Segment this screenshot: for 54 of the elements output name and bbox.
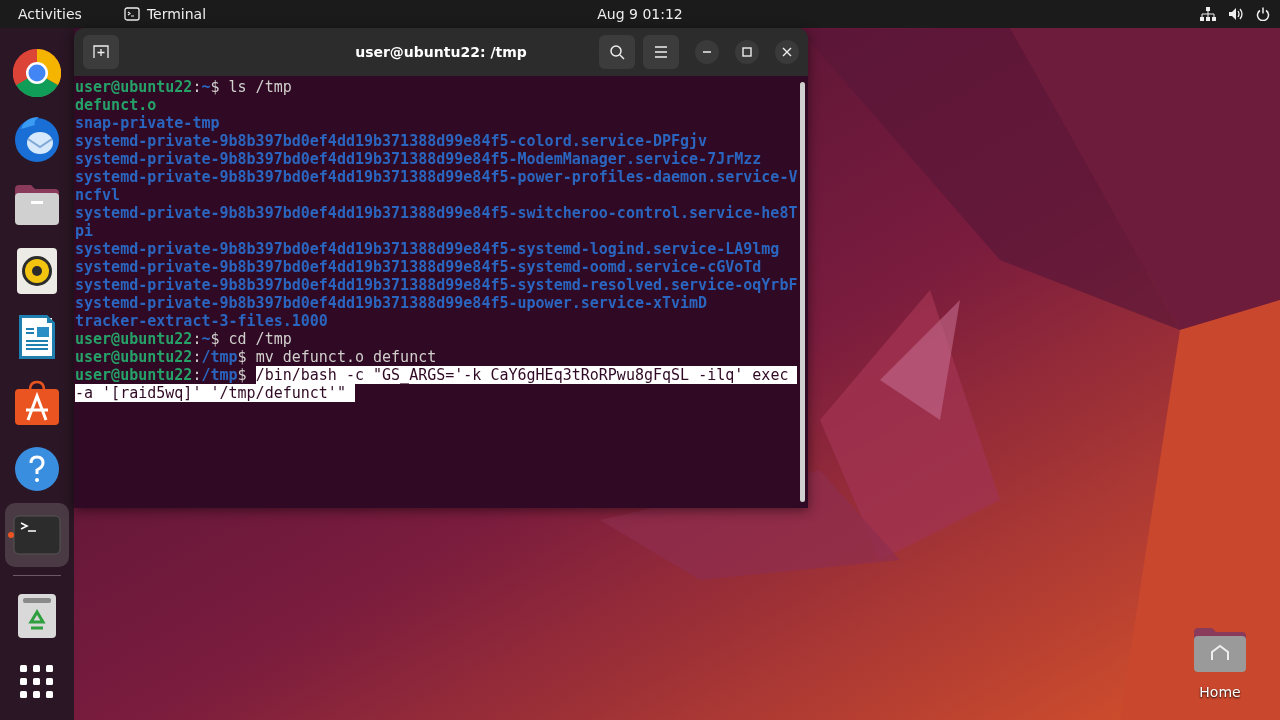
directory-name: systemd-private-9b8b397bd0ef4dd19b371388d99e84f5-switcheroo-control.service-he8T bbox=[75, 204, 798, 222]
search-icon bbox=[609, 44, 625, 60]
menu-button[interactable] bbox=[643, 35, 679, 69]
browser-icon[interactable] bbox=[13, 49, 61, 97]
selected-command: /bin/bash -c "GS_ARGS='-k CaY6gHEq3tRoRPwu8gFqSL -ilq' exec bbox=[255, 366, 798, 384]
close-icon bbox=[782, 47, 792, 57]
directory-name: pi bbox=[75, 222, 94, 240]
activities-button[interactable]: Activities bbox=[18, 6, 82, 22]
directory-name: ncfvl bbox=[75, 186, 121, 204]
folder-icon[interactable] bbox=[13, 183, 61, 227]
new-tab-icon bbox=[93, 45, 109, 59]
terminal-icon[interactable] bbox=[13, 515, 61, 555]
clock[interactable]: Aug 9 01:12 bbox=[597, 6, 683, 22]
speaker-icon[interactable] bbox=[17, 248, 57, 294]
power-icon[interactable] bbox=[1256, 7, 1270, 21]
help-icon[interactable] bbox=[14, 446, 60, 492]
minimize-icon bbox=[703, 51, 711, 53]
directory-name: systemd-private-9b8b397bd0ef4dd19b371388d99e84f5-upower.service-xTvimD bbox=[75, 294, 708, 312]
document-icon[interactable] bbox=[17, 313, 57, 361]
directory-name: systemd-private-9b8b397bd0ef4dd19b371388d99e84f5-systemd-resolved.service-oqYrbF bbox=[75, 276, 798, 294]
command-text: ls /tmp bbox=[228, 78, 292, 96]
maximize-icon bbox=[742, 47, 752, 57]
app-grid-icon[interactable] bbox=[20, 665, 54, 699]
shell-prompt: user@ubuntu22:~$ bbox=[75, 78, 220, 96]
directory-name: systemd-private-9b8b397bd0ef4dd19b371388d99e84f5-systemd-logind.service-LA9lmg bbox=[75, 240, 780, 258]
directory-name: systemd-private-9b8b397bd0ef4dd19b371388d99e84f5-colord.service-DPFgjv bbox=[75, 132, 708, 150]
scrollbar[interactable] bbox=[800, 82, 805, 502]
shopping-bag-icon[interactable] bbox=[14, 380, 60, 426]
file-name: defunct.o bbox=[75, 96, 157, 114]
directory-name: systemd-private-9b8b397bd0ef4dd19b371388d99e84f5-power-profiles-daemon.service-V bbox=[75, 168, 798, 186]
icon-label[interactable]: Home bbox=[1199, 684, 1241, 700]
folder-icon[interactable] bbox=[1192, 626, 1248, 674]
shell-prompt: user@ubuntu22:/tmp$ bbox=[75, 366, 247, 384]
directory-name: systemd-private-9b8b397bd0ef4dd19b371388d99e84f5-systemd-oomd.service-cGVoTd bbox=[75, 258, 762, 276]
volume-icon[interactable] bbox=[1228, 7, 1244, 21]
terminal-icon bbox=[123, 7, 140, 21]
shell-prompt: user@ubuntu22:/tmp$ bbox=[75, 348, 247, 366]
menu-icon bbox=[654, 46, 668, 58]
minimize-button[interactable] bbox=[695, 40, 719, 64]
directory-name: snap-private-tmp bbox=[75, 114, 220, 132]
directory-name: systemd-private-9b8b397bd0ef4dd19b371388d99e84f5-ModemManager.service-7JrMzz bbox=[75, 150, 762, 168]
new-tab-button[interactable] bbox=[83, 35, 119, 69]
directory-name: tracker-extract-3-files.1000 bbox=[75, 312, 328, 330]
mail-bird-icon[interactable] bbox=[13, 115, 61, 163]
selected-command: -a '[raid5wq]' '/tmp/defunct'" bbox=[75, 384, 355, 402]
command-text: cd /tmp bbox=[228, 330, 292, 348]
command-text: mv defunct.o defunct bbox=[255, 348, 437, 366]
close-button[interactable] bbox=[775, 40, 799, 64]
network-icon[interactable] bbox=[1200, 7, 1216, 21]
search-button[interactable] bbox=[599, 35, 635, 69]
maximize-button[interactable] bbox=[735, 40, 759, 64]
app-menu[interactable]: Terminal bbox=[146, 6, 207, 22]
shell-prompt: user@ubuntu22:~$ bbox=[75, 330, 220, 348]
window-title: user@ubuntu22: /tmp bbox=[355, 44, 527, 60]
